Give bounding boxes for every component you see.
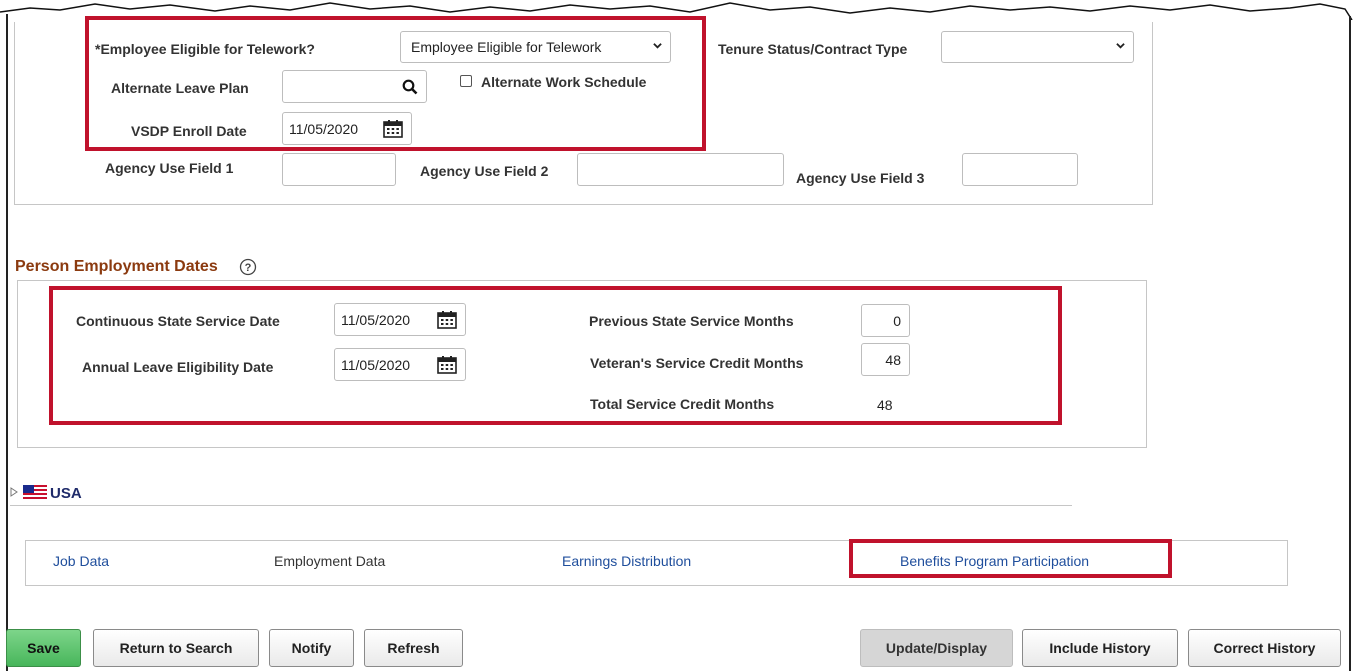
agency1-input[interactable]: [282, 153, 396, 186]
expand-triangle-icon[interactable]: [10, 487, 18, 497]
page-left-border: [6, 14, 8, 671]
highlight-box-dates: [49, 286, 1062, 425]
usa-divider: [10, 505, 1072, 506]
agency2-label: Agency Use Field 2: [420, 163, 549, 179]
highlight-box-telework: [85, 16, 706, 151]
chevron-down-icon: [1116, 43, 1125, 49]
page-right-border: [1349, 16, 1351, 671]
save-button[interactable]: Save: [6, 629, 81, 667]
update-display-button[interactable]: Update/Display: [860, 629, 1013, 667]
notify-button[interactable]: Notify: [269, 629, 354, 667]
refresh-button[interactable]: Refresh: [364, 629, 463, 667]
section-title-dates: Person Employment Dates: [15, 258, 218, 275]
include-history-button[interactable]: Include History: [1022, 629, 1178, 667]
svg-text:?: ?: [245, 262, 252, 274]
help-icon[interactable]: ?: [239, 258, 257, 276]
usa-section-label[interactable]: USA: [50, 485, 82, 502]
agency3-label: Agency Use Field 3: [796, 170, 925, 186]
tab-earnings-distribution[interactable]: Earnings Distribution: [562, 553, 691, 569]
highlight-box-benefits: [849, 539, 1172, 578]
return-to-search-button[interactable]: Return to Search: [93, 629, 259, 667]
agency2-input[interactable]: [577, 153, 784, 186]
us-flag-icon: [23, 485, 47, 499]
tab-job-data[interactable]: Job Data: [53, 553, 109, 569]
tab-employment-data: Employment Data: [274, 553, 386, 569]
agency1-label: Agency Use Field 1: [105, 160, 234, 176]
tenure-label: Tenure Status/Contract Type: [718, 41, 908, 57]
agency3-input[interactable]: [962, 153, 1078, 186]
correct-history-button[interactable]: Correct History: [1188, 629, 1341, 667]
tenure-select[interactable]: [941, 31, 1134, 63]
